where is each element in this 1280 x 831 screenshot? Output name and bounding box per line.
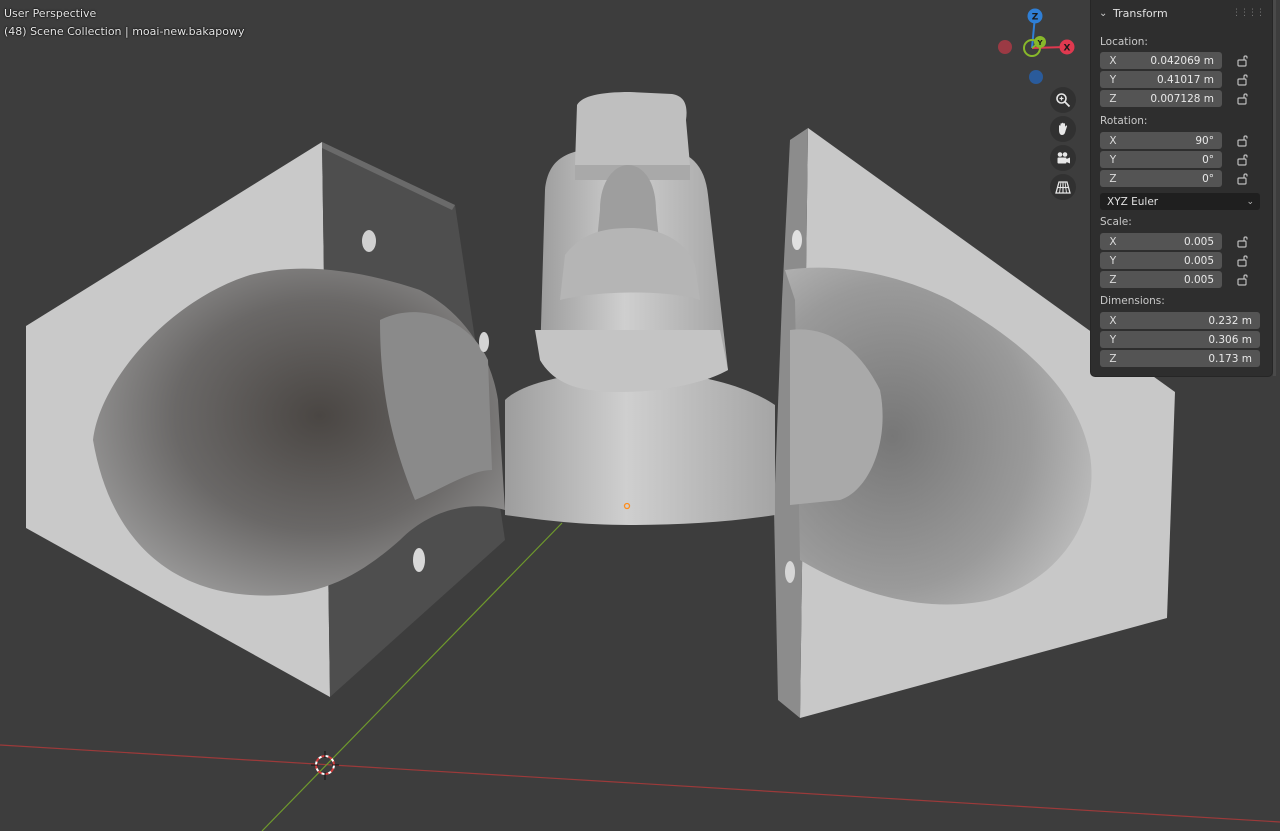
axis-label: X: [1109, 54, 1117, 67]
axis-label: Y: [1109, 73, 1117, 86]
field-value: 0.173 m: [1208, 352, 1252, 365]
rotation-x-field[interactable]: X 90°: [1100, 132, 1222, 149]
drag-grip-icon[interactable]: ⋮⋮⋮⋮: [1232, 8, 1265, 18]
viewport-scene[interactable]: [0, 0, 1280, 831]
scale-z-field[interactable]: Z 0.005: [1100, 271, 1222, 288]
axis-label: X: [1109, 314, 1117, 327]
field-value: 0.042069 m: [1150, 54, 1214, 67]
moai-head-model[interactable]: [505, 92, 775, 525]
field-value: 0°: [1202, 153, 1214, 166]
field-value: 0.005: [1183, 254, 1214, 267]
scale-y-field[interactable]: Y 0.005: [1100, 252, 1222, 269]
dimensions-label: Dimensions:: [1100, 295, 1165, 307]
dimensions-z-field[interactable]: Z 0.173 m: [1100, 350, 1260, 367]
field-value: 0.41017 m: [1157, 73, 1214, 86]
location-label: Location:: [1100, 36, 1148, 48]
axis-label: Z: [1109, 352, 1117, 365]
grid-perspective-icon[interactable]: [1050, 174, 1076, 200]
chevron-down-icon: ⌄: [1246, 196, 1254, 207]
dimensions-y-field[interactable]: Y 0.306 m: [1100, 331, 1260, 348]
gizmo-z-label: Z: [1032, 13, 1039, 23]
zoom-icon[interactable]: [1050, 87, 1076, 113]
field-value: 0.007128 m: [1150, 92, 1214, 105]
viewport-collection-label: (48) Scene Collection | moai-new.bakapow…: [4, 25, 245, 38]
gizmo-neg-x-icon[interactable]: [998, 40, 1012, 54]
axis-label: Y: [1109, 153, 1117, 166]
left-mold-half[interactable]: [26, 142, 505, 697]
axis-label: Y: [1109, 254, 1117, 267]
field-value: 0.232 m: [1208, 314, 1252, 327]
transform-panel-header[interactable]: ⌄ Transform ⋮⋮⋮⋮: [1099, 5, 1265, 21]
location-x-field[interactable]: X 0.042069 m: [1100, 52, 1222, 69]
axis-label: Z: [1109, 92, 1117, 105]
lock-icon[interactable]: [1236, 273, 1250, 287]
scale-label: Scale:: [1100, 216, 1132, 228]
axis-label: Z: [1109, 172, 1117, 185]
lock-icon[interactable]: [1236, 153, 1250, 167]
camera-icon[interactable]: [1050, 145, 1076, 171]
navigation-gizmo[interactable]: Y X Z: [996, 6, 1080, 90]
chevron-down-icon[interactable]: ⌄: [1099, 8, 1113, 19]
transform-panel[interactable]: ⌄ Transform ⋮⋮⋮⋮ Location: X 0.042069 m Y…: [1091, 0, 1272, 376]
viewport-title: User Perspective: [4, 7, 97, 20]
gizmo-y-label: Y: [1036, 39, 1043, 47]
x-axis-line: [0, 744, 1280, 823]
rotation-z-field[interactable]: Z 0°: [1100, 170, 1222, 187]
location-z-field[interactable]: Z 0.007128 m: [1100, 90, 1222, 107]
rotation-label: Rotation:: [1100, 115, 1148, 127]
lock-icon[interactable]: [1236, 73, 1250, 87]
axis-label: Z: [1109, 273, 1117, 286]
scale-x-field[interactable]: X 0.005: [1100, 233, 1222, 250]
rotation-mode-select[interactable]: XYZ Euler ⌄: [1100, 193, 1260, 210]
panel-scrollbar[interactable]: [1273, 0, 1276, 376]
hand-pan-icon[interactable]: [1050, 116, 1076, 142]
rotation-mode-value: XYZ Euler: [1107, 195, 1159, 208]
gizmo-neg-z-icon[interactable]: [1029, 70, 1043, 84]
transform-header-label: Transform: [1113, 6, 1168, 20]
rotation-y-field[interactable]: Y 0°: [1100, 151, 1222, 168]
3d-viewport[interactable]: User Perspective (48) Scene Collection |…: [0, 0, 1280, 831]
gizmo-x-label: X: [1064, 44, 1071, 54]
field-value: 0.306 m: [1208, 333, 1252, 346]
axis-label: X: [1109, 235, 1117, 248]
field-value: 0°: [1202, 172, 1214, 185]
lock-icon[interactable]: [1236, 92, 1250, 106]
axis-label: X: [1109, 134, 1117, 147]
lock-icon[interactable]: [1236, 254, 1250, 268]
lock-icon[interactable]: [1236, 172, 1250, 186]
lock-icon[interactable]: [1236, 235, 1250, 249]
field-value: 0.005: [1183, 273, 1214, 286]
location-y-field[interactable]: Y 0.41017 m: [1100, 71, 1222, 88]
field-value: 0.005: [1183, 235, 1214, 248]
lock-icon[interactable]: [1236, 54, 1250, 68]
lock-icon[interactable]: [1236, 134, 1250, 148]
axis-label: Y: [1109, 333, 1117, 346]
field-value: 90°: [1195, 134, 1214, 147]
dimensions-x-field[interactable]: X 0.232 m: [1100, 312, 1260, 329]
